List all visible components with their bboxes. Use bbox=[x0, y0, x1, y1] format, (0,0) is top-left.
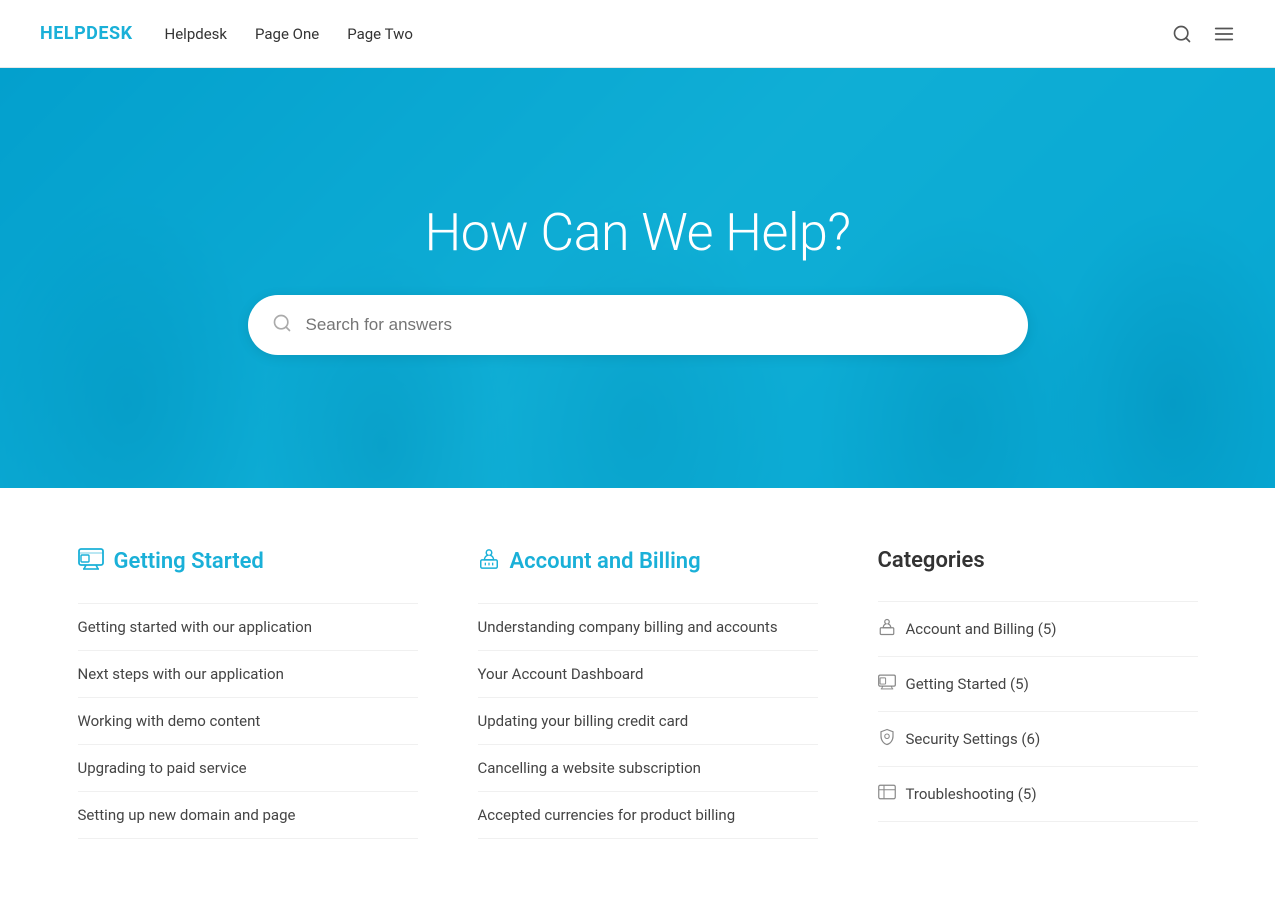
article-item[interactable]: Setting up new domain and page bbox=[78, 792, 418, 839]
navbar-links: Helpdesk Page One Page Two bbox=[165, 25, 413, 43]
article-item[interactable]: Cancelling a website subscription bbox=[478, 745, 818, 792]
security-settings-category-icon bbox=[878, 728, 896, 750]
getting-started-icon bbox=[78, 548, 104, 575]
category-label: Troubleshooting (5) bbox=[906, 785, 1037, 803]
article-item[interactable]: Accepted currencies for product billing bbox=[478, 792, 818, 839]
getting-started-title: Getting Started bbox=[78, 548, 418, 575]
hero-section: How Can We Help? bbox=[0, 68, 1275, 488]
category-list: Account and Billing (5) Getting Started … bbox=[878, 601, 1198, 822]
main-content: Getting Started Getting started with our… bbox=[38, 488, 1238, 919]
article-item[interactable]: Your Account Dashboard bbox=[478, 651, 818, 698]
getting-started-section: Getting Started Getting started with our… bbox=[78, 548, 418, 839]
category-label: Getting Started (5) bbox=[906, 675, 1029, 693]
account-billing-title: Account and Billing bbox=[478, 548, 818, 575]
menu-icon[interactable] bbox=[1213, 23, 1235, 45]
nav-link-helpdesk[interactable]: Helpdesk bbox=[165, 25, 227, 43]
hero-search-bar bbox=[248, 295, 1028, 355]
navbar-left: HELPDESK Helpdesk Page One Page Two bbox=[40, 23, 413, 44]
account-billing-section: Account and Billing Understanding compan… bbox=[478, 548, 818, 839]
account-billing-list: Understanding company billing and accoun… bbox=[478, 603, 818, 839]
categories-section: Categories Account and Billing (5) bbox=[878, 548, 1198, 839]
getting-started-list: Getting started with our application Nex… bbox=[78, 603, 418, 839]
article-item[interactable]: Understanding company billing and accoun… bbox=[478, 603, 818, 651]
navbar: HELPDESK Helpdesk Page One Page Two bbox=[0, 0, 1275, 68]
category-item-account-billing[interactable]: Account and Billing (5) bbox=[878, 601, 1198, 657]
navbar-right bbox=[1171, 23, 1235, 45]
search-input[interactable] bbox=[306, 315, 1004, 335]
article-item[interactable]: Getting started with our application bbox=[78, 603, 418, 651]
hero-content: How Can We Help? bbox=[0, 202, 1275, 355]
getting-started-category-icon bbox=[878, 673, 896, 695]
nav-link-page-one[interactable]: Page One bbox=[255, 25, 319, 43]
navbar-logo[interactable]: HELPDESK bbox=[40, 23, 133, 44]
categories-title: Categories bbox=[878, 548, 1198, 573]
account-billing-category-icon bbox=[878, 618, 896, 640]
search-icon[interactable] bbox=[1171, 23, 1193, 45]
article-item[interactable]: Updating your billing credit card bbox=[478, 698, 818, 745]
troubleshooting-category-icon bbox=[878, 783, 896, 805]
category-label: Security Settings (6) bbox=[906, 730, 1041, 748]
category-item-getting-started[interactable]: Getting Started (5) bbox=[878, 657, 1198, 712]
category-label: Account and Billing (5) bbox=[906, 620, 1057, 638]
article-item[interactable]: Upgrading to paid service bbox=[78, 745, 418, 792]
nav-link-page-two[interactable]: Page Two bbox=[347, 25, 413, 43]
article-item[interactable]: Working with demo content bbox=[78, 698, 418, 745]
article-item[interactable]: Next steps with our application bbox=[78, 651, 418, 698]
hero-title: How Can We Help? bbox=[424, 202, 850, 263]
category-item-troubleshooting[interactable]: Troubleshooting (5) bbox=[878, 767, 1198, 822]
hero-search-icon bbox=[272, 313, 292, 337]
category-item-security-settings[interactable]: Security Settings (6) bbox=[878, 712, 1198, 767]
account-billing-icon bbox=[478, 548, 500, 575]
